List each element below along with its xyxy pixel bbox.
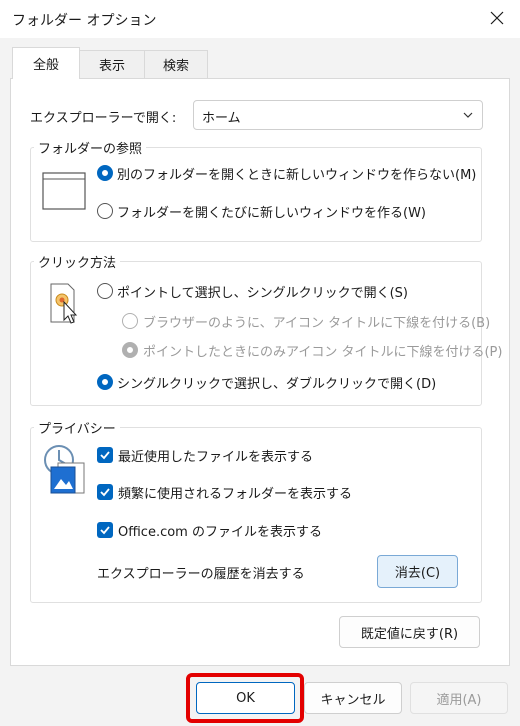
checkbox-office-files[interactable] <box>97 522 113 538</box>
chevron-down-icon <box>463 112 473 118</box>
open-explorer-dropdown[interactable]: ホーム <box>193 100 483 130</box>
checkbox-frequent-folders[interactable] <box>97 484 113 500</box>
tab-general-label: 全般 <box>32 58 59 73</box>
ok-button[interactable]: OK <box>196 682 295 714</box>
window-icon <box>42 172 86 210</box>
radio-underline-hover-label: ポイントしたときにのみアイコン タイトルに下線を付ける(P) <box>143 345 503 360</box>
open-explorer-value: ホーム <box>202 111 241 126</box>
checkmark-icon <box>100 488 110 497</box>
radio-new-window-label: フォルダーを開くたびに新しいウィンドウを作る(W) <box>117 206 426 221</box>
checkbox-recent-files[interactable] <box>97 447 113 463</box>
browse-folders-group <box>30 147 482 242</box>
clear-history-button-label: 消去(C) <box>394 566 441 581</box>
restore-defaults-label: 既定値に戻す(R) <box>360 626 459 642</box>
radio-same-window[interactable] <box>97 165 113 181</box>
privacy-icon <box>44 445 85 494</box>
tab-general[interactable]: 全般 <box>12 47 80 79</box>
radio-same-window-label: 別のフォルダーを開くときに新しいウィンドウを作らない(M) <box>117 168 477 183</box>
tab-search-label: 検索 <box>162 59 189 74</box>
pointer-click-icon <box>50 283 78 324</box>
checkbox-office-files-label: Office.com のファイルを表示する <box>118 525 322 540</box>
radio-underline-browser-label: ブラウザーのように、アイコン タイトルに下線を付ける(B) <box>143 316 491 331</box>
clear-history-label: エクスプローラーの履歴を消去する <box>97 567 305 582</box>
tab-view-label: 表示 <box>98 59 125 74</box>
radio-single-click-open[interactable] <box>97 283 113 299</box>
cancel-button[interactable]: キャンセル <box>304 682 402 714</box>
close-button[interactable] <box>474 0 520 36</box>
radio-underline-browser <box>122 313 138 329</box>
browse-folders-legend: フォルダーの参照 <box>34 138 147 157</box>
radio-double-click-open[interactable] <box>97 374 113 390</box>
radio-underline-hover <box>122 342 138 358</box>
radio-double-click-open-label: シングルクリックで選択し、ダブルクリックで開く(D) <box>117 377 437 392</box>
ok-button-label: OK <box>236 690 255 706</box>
restore-defaults-button[interactable]: 既定値に戻す(R) <box>339 616 480 648</box>
open-explorer-label: エクスプローラーで開く: <box>30 111 177 126</box>
clear-history-button[interactable]: 消去(C) <box>377 555 458 588</box>
apply-button-label: 適用(A) <box>436 692 482 708</box>
checkmark-icon <box>100 451 110 460</box>
checkbox-recent-files-label: 最近使用したファイルを表示する <box>118 450 314 465</box>
title-bar: フォルダー オプション <box>0 0 520 38</box>
cancel-button-label: キャンセル <box>320 692 386 708</box>
apply-button: 適用(A) <box>410 682 508 714</box>
click-method-legend: クリック方法 <box>34 252 121 271</box>
privacy-legend: プライバシー <box>34 418 120 437</box>
radio-new-window[interactable] <box>97 203 113 219</box>
close-icon <box>490 11 504 25</box>
tab-view[interactable]: 表示 <box>79 50 145 78</box>
window-title: フォルダー オプション <box>12 13 157 29</box>
tab-search[interactable]: 検索 <box>144 50 208 78</box>
checkmark-icon <box>100 526 110 535</box>
radio-single-click-open-label: ポイントして選択し、シングルクリックで開く(S) <box>117 286 409 301</box>
checkbox-frequent-folders-label: 頻繁に使用されるフォルダーを表示する <box>118 487 353 502</box>
